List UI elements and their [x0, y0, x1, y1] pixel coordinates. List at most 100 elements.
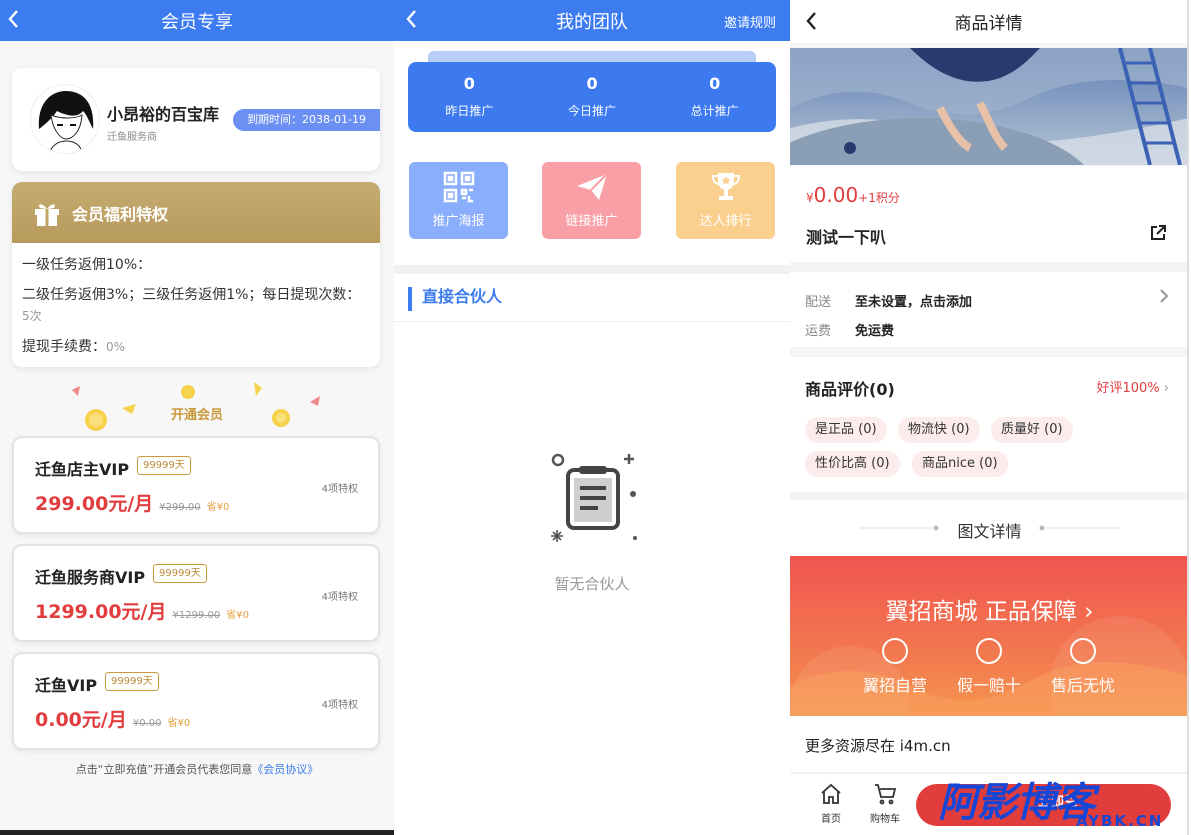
vip-name: 迁鱼VIP — [35, 676, 98, 695]
agreement-text: 点击“立即充值”开通会员代表您同意《会员协议》 — [0, 761, 394, 777]
vip-card[interactable]: 迁鱼店主VIP 99999天 299.00元/月 ¥299.00 省¥0 4项特权 — [12, 436, 380, 534]
vip-price: 0.00元/月 ¥0.00 省¥0 — [35, 705, 190, 732]
stat-value: 0 — [586, 74, 598, 93]
banner-title: 翼招商城 正品保障 › — [885, 599, 1094, 625]
stat-label: 昨日推广 — [445, 104, 494, 118]
vip-card[interactable]: 迁鱼服务商VIP 99999天 1299.00元/月 ¥1299.00 省¥0 4项… — [12, 544, 380, 642]
bottom-tabbar: 首页 购物车 立即兑 阿影博客 AYBK.CN — [790, 773, 1187, 835]
review-tag[interactable]: 是正品 (0) — [805, 417, 887, 443]
section-title: 直接合伙人 — [408, 287, 502, 311]
vip-panel: 会员专享 小昂裕的百宝库 迁鱼服务商 到期时间：2038-01-19 会员福利特… — [0, 0, 394, 835]
empty-list-icon — [541, 448, 641, 548]
empty-text: 暂无合伙人 — [554, 575, 630, 593]
banner-feature: 假一赔十 — [944, 638, 1034, 696]
tab-label: 购物车 — [870, 814, 900, 825]
back-icon[interactable] — [804, 10, 818, 32]
benefit-line1: 一级任务返佣10%： — [22, 257, 152, 273]
vip-price: 1299.00元/月 ¥1299.00 省¥0 — [35, 597, 249, 624]
delivery-label: 配送 — [805, 295, 832, 310]
vip-name: 迁鱼店主VIP — [35, 460, 130, 479]
vip-card[interactable]: 迁鱼VIP 99999天 0.00元/月 ¥0.00 省¥0 4项特权 — [12, 652, 380, 750]
product-info: ¥0.00+1积分 测试一下叭 — [790, 166, 1187, 262]
vip-name: 迁鱼服务商VIP — [35, 568, 146, 587]
user-role: 迁鱼服务商 — [107, 132, 157, 143]
watermark-logo: 立即兑 阿影博客 AYBK.CN — [938, 774, 1187, 835]
benefit-header: 会员福利特权 — [12, 182, 380, 243]
vip-save: 省¥0 — [167, 718, 191, 729]
more-text: 更多资源尽在 i4m.cn — [805, 737, 951, 755]
tile-label: 链接推广 — [565, 214, 618, 229]
chevron-right-icon — [1159, 288, 1169, 304]
vip-days-badge: 99999天 — [153, 564, 207, 583]
trophy-icon — [709, 170, 743, 204]
vip-orig-price: ¥299.00 — [159, 502, 201, 513]
tile-label: 达人排行 — [699, 214, 752, 229]
product-price: ¥0.00+1积分 — [806, 183, 900, 207]
tab-home[interactable]: 首页 — [808, 782, 854, 825]
review-tag[interactable]: 物流快 (0) — [898, 417, 980, 443]
stat-yesterday: 0 昨日推广 — [408, 62, 531, 132]
store-icon — [882, 638, 908, 664]
tab-label: 首页 — [821, 814, 841, 825]
detail-title: 图文详情 — [957, 522, 1022, 541]
stat-label: 总计推广 — [690, 104, 739, 118]
fee-value: 免运费 — [855, 324, 895, 339]
page-title: 我的团队 — [556, 11, 628, 33]
back-icon[interactable] — [404, 8, 424, 32]
promo-banner[interactable]: 翼招商城 正品保障 › 翼招自营 假一赔十 售后无忧 — [790, 556, 1187, 716]
vip-navbar: 会员专享 — [0, 0, 394, 41]
product-navbar: 商品详情 — [790, 0, 1187, 43]
benefit-card: 会员福利特权 一级任务返佣10%： 二级任务返佣3%；三级任务返佣1%；每日提现… — [12, 182, 380, 367]
review-tag[interactable]: 商品nice (0) — [912, 451, 1008, 477]
detail-header: 图文详情 — [790, 500, 1187, 556]
good-rate: 好评100% — [1096, 381, 1160, 396]
stat-label: 今日推广 — [568, 104, 617, 118]
vip-orig-price: ¥0.00 — [132, 718, 162, 729]
page-title: 商品详情 — [954, 14, 1023, 34]
user-card: 小昂裕的百宝库 迁鱼服务商 到期时间：2038-01-19 — [12, 68, 380, 171]
vip-price-value: 299.00元/月 — [35, 493, 154, 515]
bottom-bar — [0, 830, 394, 835]
back-icon[interactable] — [6, 8, 26, 32]
agreement-link[interactable]: 《会员协议》 — [252, 763, 318, 776]
fee-row: 运费 免运费 — [805, 320, 894, 339]
team-navbar: 我的团队 邀请规则 — [394, 0, 790, 41]
more-resources: 更多资源尽在 i4m.cn — [790, 716, 1187, 772]
good-rate-link[interactable]: 好评100% › — [1096, 377, 1169, 396]
headset-icon — [1070, 638, 1096, 664]
agreement-prefix: 点击“立即充值”开通会员代表您同意 — [75, 763, 253, 776]
share-icon[interactable] — [1149, 224, 1167, 242]
ranking-tile[interactable]: 达人排行 — [676, 162, 775, 239]
chevron-right-icon: › — [1163, 381, 1169, 396]
review-tag[interactable]: 性价比高 (0) — [805, 451, 900, 477]
product-title: 测试一下叭 — [806, 228, 887, 247]
fee-label: 运费 — [805, 324, 832, 339]
action-tiles: 推广海报 链接推广 达人排行 — [409, 162, 775, 240]
shipping-section[interactable]: 配送 至未设置，点击添加 运费 免运费 — [790, 272, 1187, 347]
page-title: 会员专享 — [161, 11, 233, 33]
feature-label: 售后无忧 — [1050, 676, 1115, 695]
price-value: 0.00 — [813, 183, 859, 207]
cart-icon — [873, 782, 897, 806]
divider — [394, 321, 790, 322]
open-vip-label: 开通会员 — [170, 408, 223, 423]
invite-rules-link[interactable]: 邀请规则 — [724, 12, 776, 31]
vip-perks: 4项特权 — [321, 700, 358, 711]
stat-value: 0 — [463, 74, 475, 93]
review-tag[interactable]: 质量好 (0) — [991, 417, 1073, 443]
watermark-subtext: AYBK.CN — [1076, 812, 1164, 830]
tab-cart[interactable]: 购物车 — [862, 782, 908, 825]
poster-tile[interactable]: 推广海报 — [409, 162, 508, 239]
benefit-line3-text: 提现手续费： — [22, 339, 106, 355]
feature-label: 翼招自营 — [862, 676, 927, 695]
avatar — [30, 84, 100, 154]
link-tile[interactable]: 链接推广 — [542, 162, 641, 239]
vip-save: 省¥0 — [206, 502, 230, 513]
vip-price-value: 0.00元/月 — [35, 709, 127, 731]
benefit-line2-text: 二级任务返佣3%；三级任务返佣1%；每日提现次数： — [22, 287, 361, 303]
product-image[interactable] — [790, 48, 1187, 165]
benefit-line3-value: 0% — [106, 340, 126, 354]
expire-badge: 到期时间：2038-01-19 — [233, 109, 380, 131]
home-icon — [819, 782, 843, 806]
team-panel: 我的团队 邀请规则 0 昨日推广 0 今日推广 0 总计推广 推广海报 链接推广 达人… — [394, 0, 790, 835]
